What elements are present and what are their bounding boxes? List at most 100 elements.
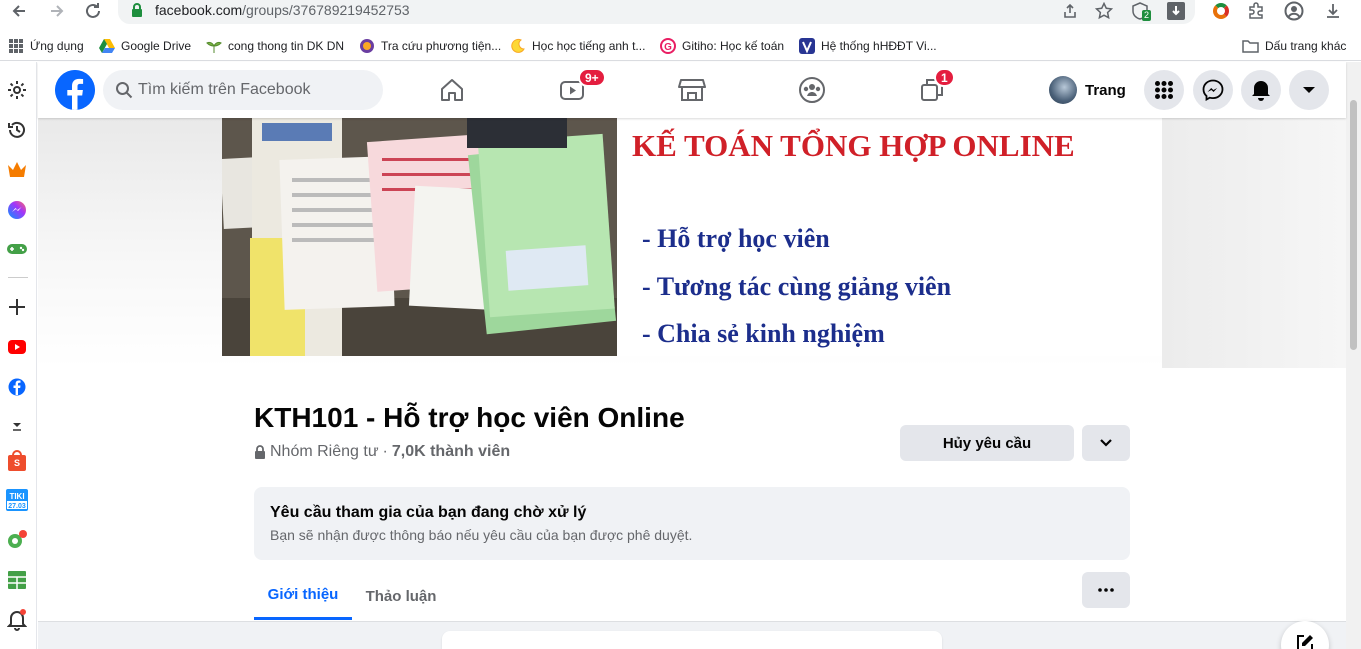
nav-gaming[interactable]: 1 [876,62,988,118]
crown-icon [8,162,26,177]
forward-button[interactable] [44,0,70,22]
marketplace-icon [678,79,706,101]
pending-subtitle: Bạn sẽ nhận được thông báo nếu yêu cầu c… [270,527,693,543]
bookmark-tra-cuu[interactable]: Tra cứu phương tiện... [359,37,501,54]
forward-arrow-icon [51,5,64,17]
sidebar-chat-ext[interactable] [6,529,28,551]
tab-about[interactable]: Giới thiệu [254,572,352,620]
pending-title: Yêu cầu tham gia của bạn đang chờ xử lý [270,504,587,521]
gamepad-icon [7,244,27,254]
nav-marketplace[interactable] [636,62,748,118]
sidebar-games[interactable] [6,238,28,260]
bookmark-label: Dấu trang khác [1265,38,1347,53]
group-privacy[interactable]: Nhóm Riêng tư [270,443,379,461]
cancel-request-button[interactable]: Hủy yêu cầu [900,425,1074,461]
feed-card [442,631,942,649]
more-options-button[interactable] [1082,572,1130,608]
search-icon [116,82,133,99]
sidebar-collapse[interactable] [6,414,28,436]
nav-home[interactable] [396,62,508,118]
browser-sidebar: S TIKI 27.03 [0,62,37,649]
puzzle-icon [1249,2,1263,19]
bookmark-label: cong thong tin DK DN [228,38,345,53]
profile-button[interactable] [1281,0,1307,22]
reload-icon [86,3,100,18]
group-title[interactable]: KTH101 - Hỗ trợ học viên Online [254,402,685,434]
watch-badge: 9+ [578,68,606,87]
group-members[interactable]: 7,0K thành viên [392,443,510,461]
sidebar-notifications[interactable] [6,609,28,631]
cover-backdrop-right [1162,118,1346,368]
sidebar-facebook[interactable] [6,376,28,398]
v-logo-icon [799,37,815,54]
sidebar-settings[interactable] [6,79,28,101]
chrome-ext-button[interactable] [1208,0,1234,22]
folder-icon [1242,39,1259,53]
tab-discussion[interactable]: Thảo luận [356,572,446,620]
sidebar-tiki[interactable]: TIKI 27.03 [6,489,28,511]
cover-photo[interactable]: KẾ TOÁN TỔNG HỢP ONLINE - Hỗ trợ học viê… [222,118,1162,356]
group-options-button[interactable] [1082,425,1130,461]
bookmark-dkdn[interactable]: cong thong tin DK DN [206,37,344,54]
cover-line-1: - Hỗ trợ học viên [642,224,830,253]
facebook-search[interactable] [103,70,383,110]
sidebar-history[interactable] [6,119,28,141]
compose-icon [1297,635,1313,649]
share-button[interactable] [1058,0,1082,22]
extension-shield-button[interactable]: 2 [1128,0,1152,22]
group-meta: Nhóm Riêng tư · 7,0K thành viên [254,443,510,461]
gitiho-icon: G [660,37,676,54]
url-path: /groups/376789219452753 [242,2,410,18]
extensions-button[interactable] [1243,0,1269,22]
sidebar-crown[interactable] [6,159,28,181]
tiki-icon: TIKI 27.03 [6,489,28,511]
sidebar-add[interactable] [6,296,28,318]
nav-watch[interactable]: 9+ [516,62,628,118]
svg-text:G: G [664,42,672,53]
chevron-down-icon [13,423,21,431]
youtube-icon [8,340,26,354]
chat-bubble-icon [8,530,27,548]
bookmark-apps[interactable]: Ứng dụng [8,37,84,54]
chevron-down-icon [1100,439,1112,447]
reload-button[interactable] [80,0,106,22]
profile-shortcut[interactable]: Trang [1049,74,1126,106]
messenger-icon [1202,79,1224,101]
svg-text:S: S [14,458,20,468]
browser-toolbar: facebook.com/groups/376789219452753 2 [0,0,1361,30]
sidebar-messenger[interactable] [6,199,28,221]
bookmark-gitiho[interactable]: G Gitiho: Học kế toán [660,37,784,54]
back-button[interactable] [6,0,32,22]
bookmark-hddt[interactable]: Hệ thống hHĐĐT Vi... [799,37,937,54]
page-scrollbar[interactable] [1346,62,1361,649]
bookmark-hoc-tieng-anh[interactable]: Học học tiếng anh t... [510,37,645,54]
group-page: KẾ TOÁN TỔNG HỢP ONLINE - Hỗ trợ học viê… [38,118,1346,649]
bookmark-google-drive[interactable]: Google Drive [99,37,191,54]
notifications-button[interactable] [1241,70,1281,110]
google-drive-icon [99,38,115,53]
nav-groups[interactable] [756,62,868,118]
sidebar-shopee[interactable]: S [6,450,28,472]
bookmark-other[interactable]: Dấu trang khác [1242,37,1346,54]
search-input[interactable] [138,70,373,110]
sidebar-youtube[interactable] [6,336,28,358]
facebook-logo-icon[interactable] [55,70,95,110]
gear-icon [8,81,26,99]
url-text: facebook.com/groups/376789219452753 [155,2,410,18]
menu-button[interactable] [1144,70,1184,110]
sidebar-sheet[interactable] [6,569,28,591]
account-button[interactable] [1289,70,1329,110]
sidebar-divider [8,277,28,278]
plus-icon [9,299,25,315]
address-bar[interactable]: facebook.com/groups/376789219452753 2 [118,0,1195,24]
svg-text:27.03: 27.03 [8,503,26,510]
messenger-button[interactable] [1193,70,1233,110]
downloads-button[interactable] [1320,0,1346,22]
caret-down-icon [1303,87,1315,93]
shopee-icon: S [8,450,26,471]
spreadsheet-icon [8,571,26,589]
bookmark-star-button[interactable] [1092,0,1116,22]
download-ext-button[interactable] [1164,0,1188,22]
gaming-badge: 1 [934,68,955,87]
scrollbar-thumb[interactable] [1350,100,1357,350]
